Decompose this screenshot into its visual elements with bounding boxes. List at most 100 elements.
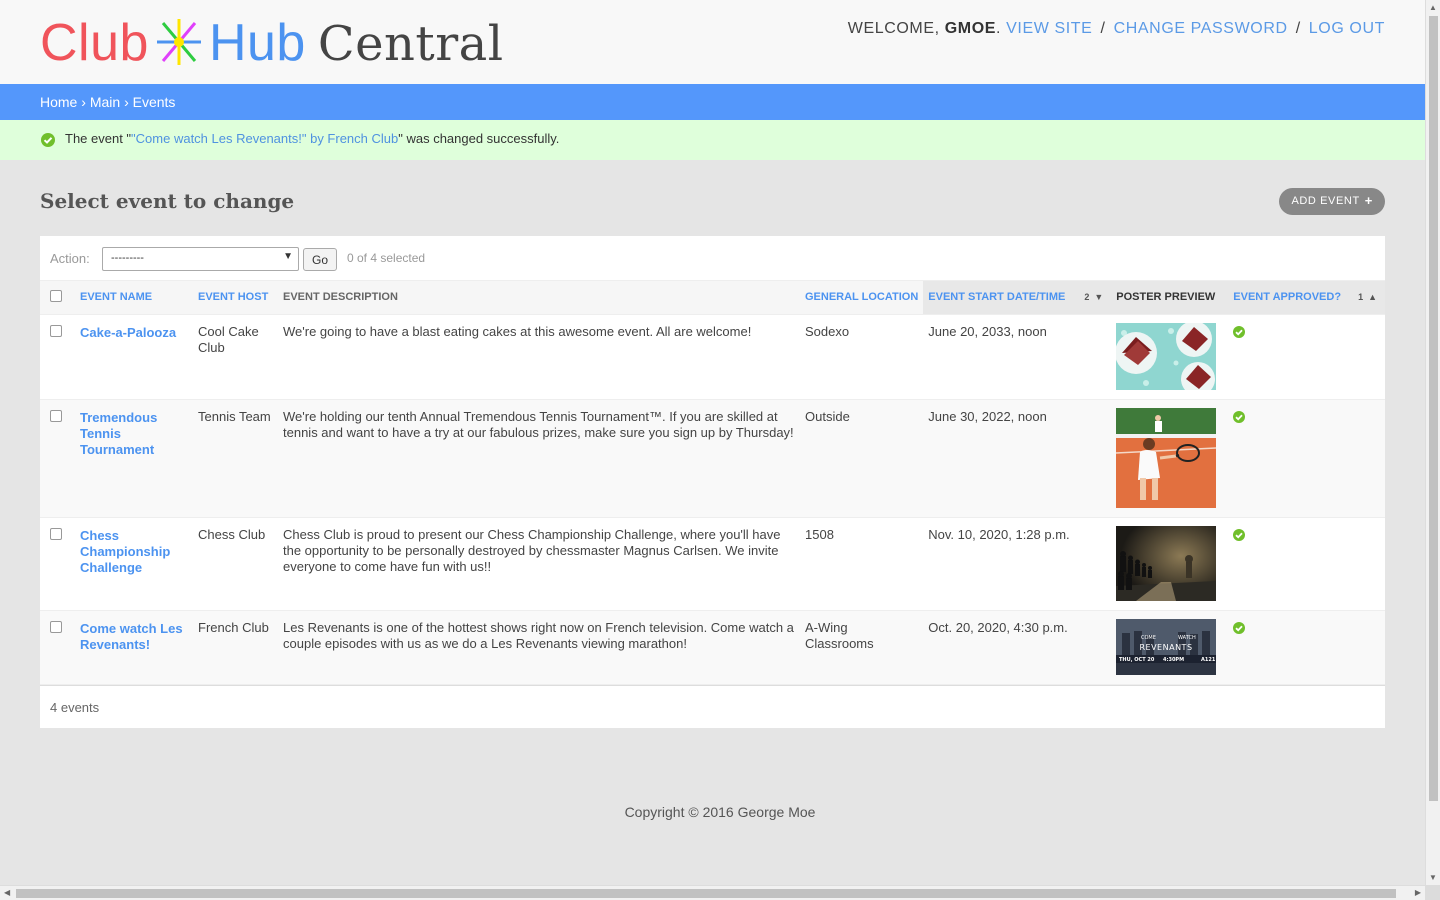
action-select-value: --------- — [111, 252, 144, 264]
select-all-checkbox[interactable] — [50, 290, 62, 303]
poster-text-date: THU, OCT 20 — [1119, 657, 1155, 663]
breadcrumb-separator: › — [124, 94, 129, 110]
results-table: EVENT NAME EVENT HOST EVENT DESCRIPTION … — [40, 281, 1385, 685]
column-event-approved[interactable]: EVENT APPROVED? 1 ▲ — [1228, 281, 1385, 315]
header: Club Hub Central WELCOME, GMOE. VIEW SITE… — [0, 0, 1425, 84]
dropdown-arrow-icon: ▼ — [283, 251, 293, 262]
row-select-cell — [40, 610, 75, 685]
event-host: Tennis Team — [193, 399, 278, 518]
column-event-description: EVENT DESCRIPTION — [278, 281, 800, 315]
scroll-up-arrow-icon[interactable]: ▲ — [1429, 3, 1437, 12]
event-location: Sodexo — [800, 314, 924, 400]
event-description: Chess Club is proud to present our Chess… — [278, 517, 800, 611]
table-row: Cake-a-Palooza Cool Cake Club We're goin… — [40, 314, 1385, 400]
log-out-link[interactable]: LOG OUT — [1309, 20, 1385, 37]
event-location: A-Wing Classrooms — [800, 610, 924, 685]
select-all-header — [40, 281, 75, 315]
starburst-icon — [156, 19, 201, 66]
actions-bar: Action: --------- ▼ Go 0 of 4 selected — [40, 236, 1385, 281]
go-button[interactable]: Go — [303, 248, 337, 271]
poster-text-come: COME — [1141, 635, 1156, 641]
poster-image-tennis — [1116, 407, 1217, 508]
event-start: June 20, 2033, noon — [923, 314, 1112, 400]
approved-check-icon — [1233, 528, 1246, 541]
plus-icon: + — [1364, 193, 1373, 208]
sort-priority: 2 — [1084, 292, 1090, 302]
poster-image-chess — [1116, 525, 1217, 601]
approved-cell — [1228, 314, 1385, 400]
event-description: We're holding our tenth Annual Tremendou… — [278, 399, 800, 518]
sort-priority: 1 — [1358, 292, 1364, 302]
approved-cell — [1228, 610, 1385, 685]
poster-text-watch: WATCH — [1178, 635, 1196, 641]
logo-central: Central — [317, 16, 504, 72]
column-poster-preview: POSTER PREVIEW — [1111, 281, 1229, 315]
row-checkbox[interactable] — [50, 409, 62, 422]
event-start: Oct. 20, 2020, 4:30 p.m. — [923, 610, 1112, 685]
breadcrumb-home[interactable]: Home — [40, 94, 77, 110]
page-title: Select event to change — [40, 189, 295, 213]
breadcrumb-separator: › — [81, 94, 86, 110]
row-checkbox[interactable] — [50, 620, 62, 633]
check-circle-icon — [41, 133, 55, 147]
row-checkbox[interactable] — [50, 324, 62, 337]
poster-cell — [1111, 399, 1229, 518]
separator: / — [1295, 20, 1301, 37]
scroll-down-arrow-icon[interactable]: ▼ — [1429, 873, 1437, 882]
event-name-link[interactable]: Come watch Les Revenants! — [75, 610, 193, 685]
event-location: 1508 — [800, 517, 924, 611]
table-row: Tremendous Tennis Tournament Tennis Team… — [40, 399, 1385, 518]
horizontal-scrollbar[interactable]: ◀ ▶ — [0, 885, 1425, 900]
approved-cell — [1228, 399, 1385, 518]
column-event-start[interactable]: EVENT START DATE/TIME 2 ▼ — [923, 281, 1112, 315]
breadcrumb-events: Events — [132, 94, 176, 110]
row-checkbox[interactable] — [50, 527, 62, 540]
table-row: Come watch Les Revenants! French Club Le… — [40, 610, 1385, 685]
logo-club: Club — [40, 14, 149, 72]
breadcrumb: Home › Main › Events — [0, 84, 1425, 120]
approved-check-icon — [1233, 325, 1246, 338]
poster-image-revenants: COME WATCH REVENANTS THU, OCT 20 4:30PM … — [1116, 618, 1217, 675]
view-site-link[interactable]: VIEW SITE — [1006, 20, 1092, 37]
paginator: 4 events — [40, 684, 1385, 728]
event-name-link[interactable]: Tremendous Tennis Tournament — [75, 399, 193, 518]
event-name-link[interactable]: Chess Championship Challenge — [75, 517, 193, 611]
scroll-left-arrow-icon[interactable]: ◀ — [4, 888, 10, 897]
approved-check-icon — [1233, 621, 1246, 634]
success-message: The event ""Come watch Les Revenants!" b… — [0, 120, 1425, 160]
horizontal-scroll-thumb[interactable] — [16, 889, 1396, 898]
changelist: Action: --------- ▼ Go 0 of 4 selected E… — [40, 236, 1385, 728]
poster-cell — [1111, 517, 1229, 611]
admin-page: Club Hub Central WELCOME, GMOE. VIEW SITE… — [0, 0, 1425, 885]
event-description: We're going to have a blast eating cakes… — [278, 314, 800, 400]
sort-descending-icon[interactable]: 2 ▼ — [1084, 292, 1103, 302]
message-suffix: " was changed successfully. — [398, 131, 560, 146]
footer-copyright: Copyright © 2016 George Moe — [624, 804, 816, 820]
breadcrumb-main[interactable]: Main — [90, 94, 120, 110]
action-select[interactable]: --------- ▼ — [102, 247, 299, 271]
column-general-location[interactable]: GENERAL LOCATION — [800, 281, 924, 315]
vertical-scroll-thumb[interactable] — [1429, 16, 1438, 801]
column-event-host[interactable]: EVENT HOST — [193, 281, 278, 315]
add-event-label: ADD EVENT — [1291, 195, 1360, 207]
add-event-button[interactable]: ADD EVENT + — [1279, 188, 1385, 215]
message-text: The event ""Come watch Les Revenants!" b… — [65, 131, 559, 146]
scroll-right-arrow-icon[interactable]: ▶ — [1415, 888, 1421, 897]
column-event-approved-label: EVENT APPROVED? — [1233, 291, 1342, 304]
event-start: Nov. 10, 2020, 1:28 p.m. — [923, 517, 1112, 611]
poster-text-revenants: REVENANTS — [1140, 643, 1193, 652]
site-logo[interactable]: Club Hub Central — [40, 14, 504, 73]
username: GMOE — [944, 20, 997, 37]
table-header-row: EVENT NAME EVENT HOST EVENT DESCRIPTION … — [40, 281, 1385, 315]
table-row: Chess Championship Challenge Chess Club … — [40, 517, 1385, 611]
event-name-link[interactable]: Cake-a-Palooza — [75, 314, 193, 400]
column-event-name[interactable]: EVENT NAME — [75, 281, 193, 315]
change-password-link[interactable]: CHANGE PASSWORD — [1114, 20, 1288, 37]
vertical-scrollbar[interactable]: ▲ ▼ — [1425, 0, 1440, 885]
selection-counter: 0 of 4 selected — [347, 251, 426, 265]
message-event-link[interactable]: "Come watch Les Revenants!" by French Cl… — [131, 131, 398, 146]
sort-ascending-icon[interactable]: 1 ▲ — [1358, 292, 1377, 302]
row-select-cell — [40, 399, 75, 518]
logo-hub: Hub — [208, 14, 306, 72]
welcome-text: WELCOME, — [847, 20, 940, 37]
